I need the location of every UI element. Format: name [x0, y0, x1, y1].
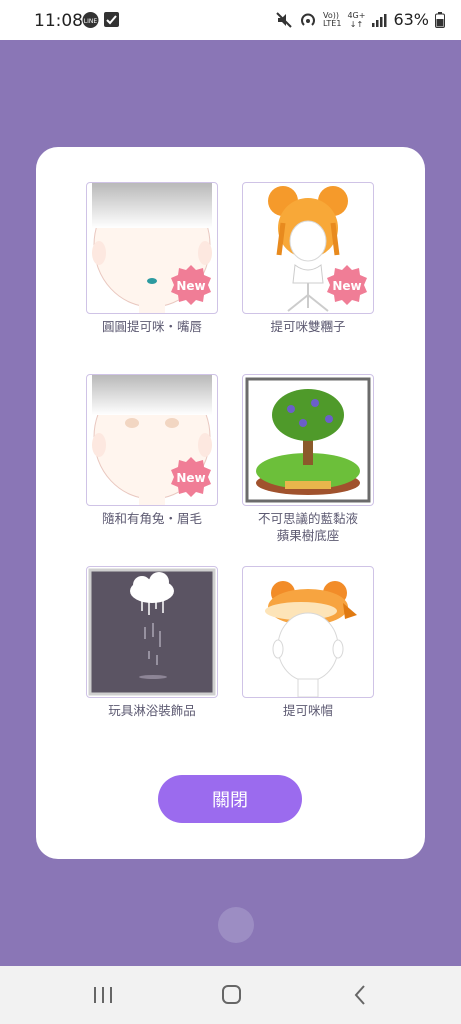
item-thumbnail: New: [86, 182, 218, 314]
close-button[interactable]: 關閉: [158, 775, 302, 823]
reward-item[interactable]: New 提可咪雙糰子: [242, 182, 374, 335]
status-time: 11:08: [34, 11, 83, 31]
status-bar: 11:08 LINE Vo)) LTE1 4G+ ↓↑ 63%: [0, 0, 461, 40]
recent-apps-icon[interactable]: [92, 984, 114, 1006]
status-right: Vo)) LTE1 4G+ ↓↑ 63%: [275, 10, 445, 29]
signal-icon: [372, 13, 387, 27]
svg-text:New: New: [176, 279, 205, 293]
line-icon: LINE: [82, 12, 99, 28]
item-label: 玩具淋浴裝飾品: [108, 703, 196, 718]
svg-text:LINE: LINE: [84, 18, 98, 25]
reward-item[interactable]: 玩具淋浴裝飾品: [86, 566, 218, 719]
reward-item[interactable]: New 圓圓提可咪・嘴唇: [86, 182, 218, 335]
back-icon[interactable]: [350, 984, 372, 1006]
orange-hat-icon: [265, 581, 357, 697]
battery-percent: 63%: [393, 10, 429, 29]
rain-cloud-icon: [88, 568, 216, 696]
mute-icon: [276, 11, 292, 28]
reward-item[interactable]: 不可思議的藍黏液 蘋果樹底座: [242, 374, 374, 544]
network-type-label: 4G+: [347, 10, 366, 20]
battery-icon: [435, 11, 445, 28]
home-icon[interactable]: [221, 984, 243, 1006]
hotspot-icon: [301, 13, 316, 26]
background-dot: [218, 907, 254, 943]
item-label: 圓圓提可咪・嘴唇: [101, 319, 202, 334]
apple-tree-base-icon: [245, 377, 371, 503]
volte-label: Vo)) LTE1: [323, 11, 342, 28]
item-label: 不可思議的藍黏液 蘋果樹底座: [257, 511, 358, 543]
reward-dialog: New 圓圓提可咪・嘴唇 New 提可咪雙糰子 New 隨和有角兔・眉毛 不可思…: [36, 147, 425, 859]
reward-item[interactable]: 提可咪帽: [242, 566, 374, 719]
new-badge: New: [171, 457, 211, 497]
item-thumbnail: New: [242, 182, 374, 314]
item-label: 隨和有角兔・眉毛: [101, 511, 202, 526]
svg-text:New: New: [176, 471, 205, 485]
navigation-bar: [0, 966, 461, 1024]
item-label: 提可咪帽: [282, 703, 333, 718]
network-type: 4G+ ↓↑: [347, 10, 366, 29]
checkbox-icon: [104, 12, 119, 27]
svg-text:New: New: [332, 279, 361, 293]
item-thumbnail: New: [86, 374, 218, 506]
item-label: 提可咪雙糰子: [270, 319, 346, 334]
item-thumbnail: [242, 374, 374, 506]
volte-bottom: LTE1: [323, 18, 342, 28]
new-badge: New: [171, 265, 211, 305]
item-thumbnail: [86, 566, 218, 698]
reward-item[interactable]: New 隨和有角兔・眉毛: [86, 374, 218, 527]
item-thumbnail: [242, 566, 374, 698]
new-badge: New: [327, 265, 367, 305]
